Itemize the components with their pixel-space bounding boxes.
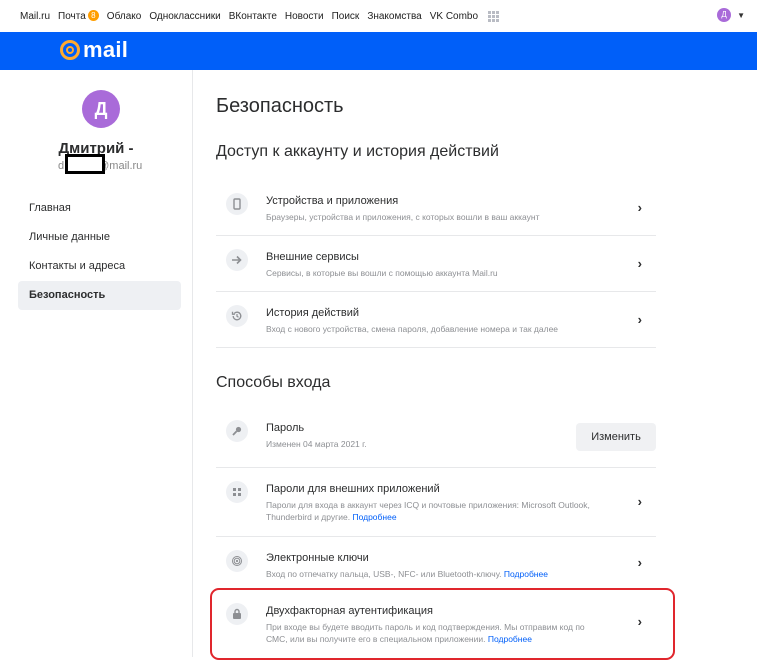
row-subtitle-text: Пароли для входа в аккаунт через ICQ и п… xyxy=(266,500,590,522)
portal-link-search[interactable]: Поиск xyxy=(332,11,360,22)
row-subtitle: Браузеры, устройства и приложения, с кот… xyxy=(266,212,540,222)
row-title: История действий xyxy=(266,307,360,319)
row-title: Внешние сервисы xyxy=(266,251,359,263)
chevron-right-icon: › xyxy=(637,555,642,570)
more-link[interactable]: Подробнее xyxy=(352,512,396,522)
fingerprint-icon xyxy=(226,550,248,572)
row-external-services[interactable]: Внешние сервисы Сервисы, в которые вы во… xyxy=(216,236,656,292)
row-title: Устройства и приложения xyxy=(266,195,399,207)
email-prefix: d xyxy=(58,160,65,172)
header: mail xyxy=(0,32,757,70)
portal-link-mail[interactable]: Почта 8 xyxy=(58,10,99,22)
apps-icon xyxy=(226,481,248,503)
sidebar-item-security[interactable]: Безопасность xyxy=(18,281,181,310)
row-devices[interactable]: Устройства и приложения Браузеры, устрой… xyxy=(216,180,656,236)
chevron-right-icon: › xyxy=(637,200,642,215)
sidebar-nav: Главная Личные данные Контакты и адреса … xyxy=(18,194,181,310)
section-title-login: Способы входа xyxy=(216,374,331,391)
portal-link-dating[interactable]: Знакомства xyxy=(367,11,421,22)
page-title: Безопасность xyxy=(216,95,344,117)
user-menu[interactable]: Д ▼ xyxy=(717,8,745,22)
portal-link-mail-label: Почта xyxy=(58,11,86,22)
portal-links: Mail.ru Почта 8 Облако Одноклассники ВКон… xyxy=(20,10,500,22)
portal-link-mailru[interactable]: Mail.ru xyxy=(20,11,50,22)
highlight-outline xyxy=(210,588,675,660)
row-subtitle: Вход с нового устройства, смена пароля, … xyxy=(266,324,559,334)
row-title: Пароль xyxy=(266,422,305,434)
device-icon xyxy=(226,193,248,215)
portal-link-ok[interactable]: Одноклассники xyxy=(149,11,220,22)
unread-badge: 8 xyxy=(87,10,99,21)
sidebar-item-contacts[interactable]: Контакты и адреса xyxy=(18,252,181,281)
chevron-right-icon: › xyxy=(637,312,642,327)
change-password-button[interactable]: Изменить xyxy=(576,423,656,451)
row-subtitle: Изменен 04 марта 2021 г. xyxy=(266,439,367,449)
chevron-down-icon: ▼ xyxy=(737,10,745,20)
apps-grid-icon[interactable] xyxy=(488,10,500,22)
chevron-right-icon: › xyxy=(637,494,642,509)
row-subtitle: Вход по отпечатку пальца, USB-, NFC- или… xyxy=(266,568,606,580)
logo-word: mail xyxy=(83,37,129,62)
avatar[interactable]: Д xyxy=(82,90,120,128)
section-title-access: Доступ к аккаунту и история действий xyxy=(216,143,499,160)
row-password: Пароль Изменен 04 марта 2021 г. Изменить xyxy=(216,407,656,468)
row-subtitle-text: Вход по отпечатку пальца, USB-, NFC- или… xyxy=(266,569,502,579)
row-app-passwords[interactable]: Пароли для внешних приложений Пароли для… xyxy=(216,468,656,537)
chevron-right-icon: › xyxy=(637,256,642,271)
portal-bar: Mail.ru Почта 8 Облако Одноклассники ВКон… xyxy=(0,0,757,32)
user-avatar-small: Д xyxy=(717,8,732,22)
row-title: Электронные ключи xyxy=(266,552,369,564)
redaction-box xyxy=(65,154,105,174)
row-subtitle: Пароли для входа в аккаунт через ICQ и п… xyxy=(266,499,606,523)
sidebar: Д Дмитрий - d @mail.ru Главная Личные дан… xyxy=(0,70,193,657)
row-subtitle: Сервисы, в которые вы вошли с помощью ак… xyxy=(266,268,498,278)
portal-link-cloud[interactable]: Облако xyxy=(107,11,142,22)
arrow-right-icon xyxy=(226,249,248,271)
more-link[interactable]: Подробнее xyxy=(504,569,548,579)
row-title: Пароли для внешних приложений xyxy=(266,483,440,495)
portal-link-vk[interactable]: ВКонтакте xyxy=(229,11,277,22)
sidebar-item-home[interactable]: Главная xyxy=(18,194,181,223)
mail-logo[interactable]: mail xyxy=(60,35,128,65)
history-icon xyxy=(226,305,248,327)
sidebar-item-personal[interactable]: Личные данные xyxy=(18,223,181,252)
at-logo-icon xyxy=(60,40,80,60)
row-history[interactable]: История действий Вход с нового устройств… xyxy=(216,292,656,348)
portal-link-news[interactable]: Новости xyxy=(285,11,324,22)
portal-link-vkcombo[interactable]: VK Combo xyxy=(430,11,478,22)
row-security-keys[interactable]: Электронные ключи Вход по отпечатку паль… xyxy=(216,537,656,590)
key-icon xyxy=(226,420,248,442)
